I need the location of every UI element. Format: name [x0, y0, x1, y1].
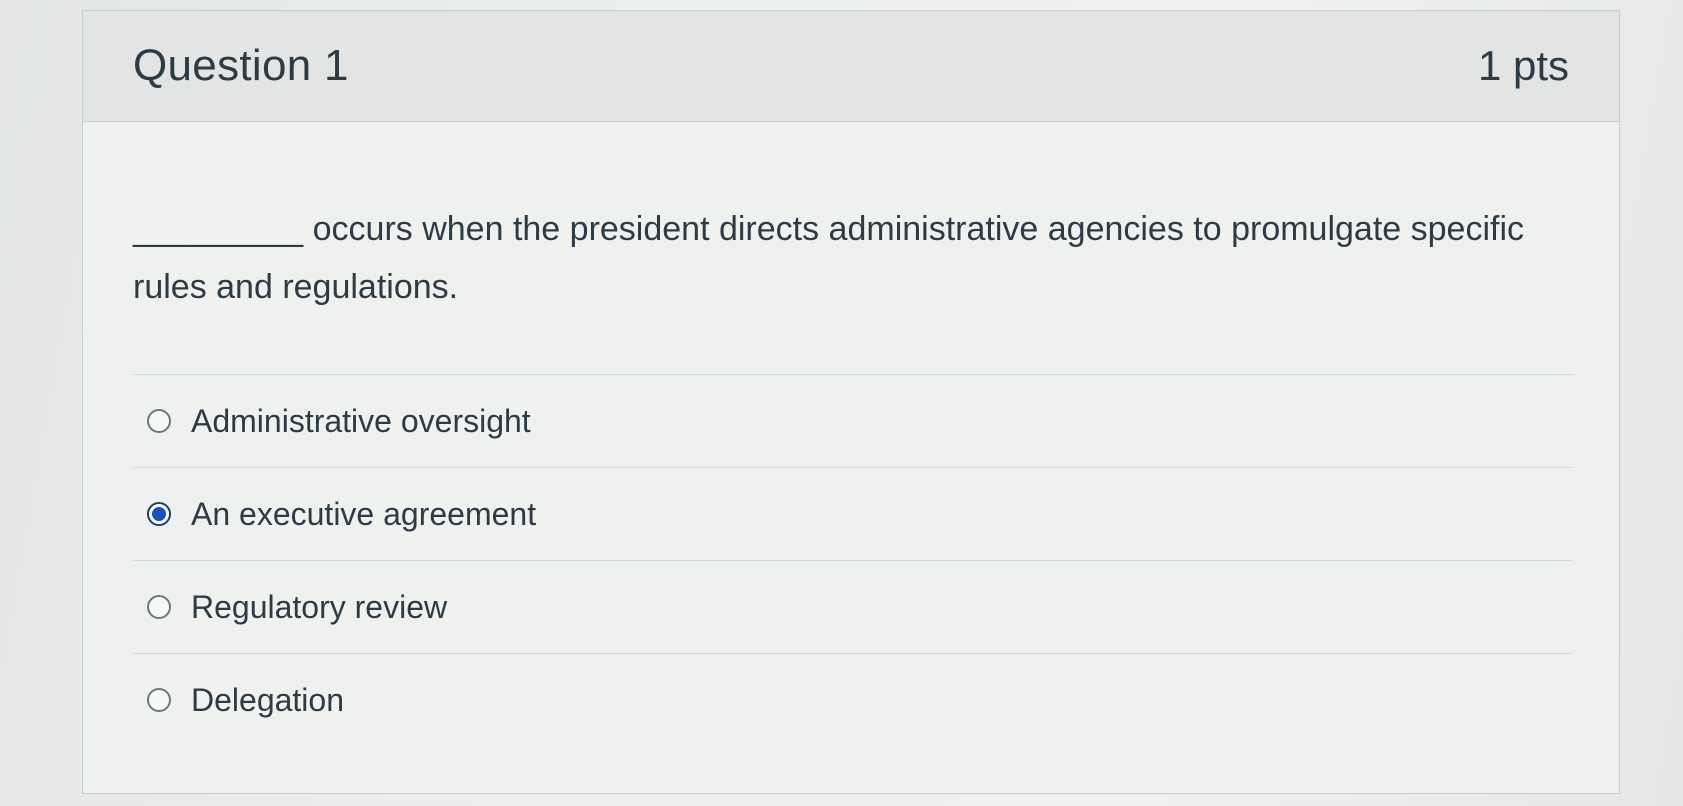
answer-option-executive-agreement[interactable]: An executive agreement — [133, 467, 1573, 560]
answer-label[interactable]: An executive agreement — [191, 496, 536, 533]
radio-button[interactable] — [147, 409, 171, 433]
page: Question 1 1 pts _________ occurs when t… — [0, 0, 1683, 806]
question-text: _________ occurs when the president dire… — [133, 210, 1525, 306]
answer-list: Administrative oversight An executive ag… — [133, 374, 1573, 746]
question-body: _________ occurs when the president dire… — [83, 122, 1619, 746]
answer-option-administrative-oversight[interactable]: Administrative oversight — [133, 374, 1573, 467]
question-title: Question 1 — [133, 41, 349, 90]
question-points: 1 pts — [1477, 42, 1569, 89]
answer-label[interactable]: Regulatory review — [191, 589, 447, 626]
radio-button[interactable] — [147, 502, 171, 526]
question-header: Question 1 1 pts — [83, 11, 1619, 122]
answer-label[interactable]: Delegation — [191, 682, 344, 719]
radio-button[interactable] — [147, 595, 171, 619]
question-card: Question 1 1 pts _________ occurs when t… — [82, 10, 1620, 794]
answer-label[interactable]: Administrative oversight — [191, 403, 531, 440]
answer-option-regulatory-review[interactable]: Regulatory review — [133, 560, 1573, 653]
radio-button[interactable] — [147, 688, 171, 712]
answer-option-delegation[interactable]: Delegation — [133, 653, 1573, 746]
